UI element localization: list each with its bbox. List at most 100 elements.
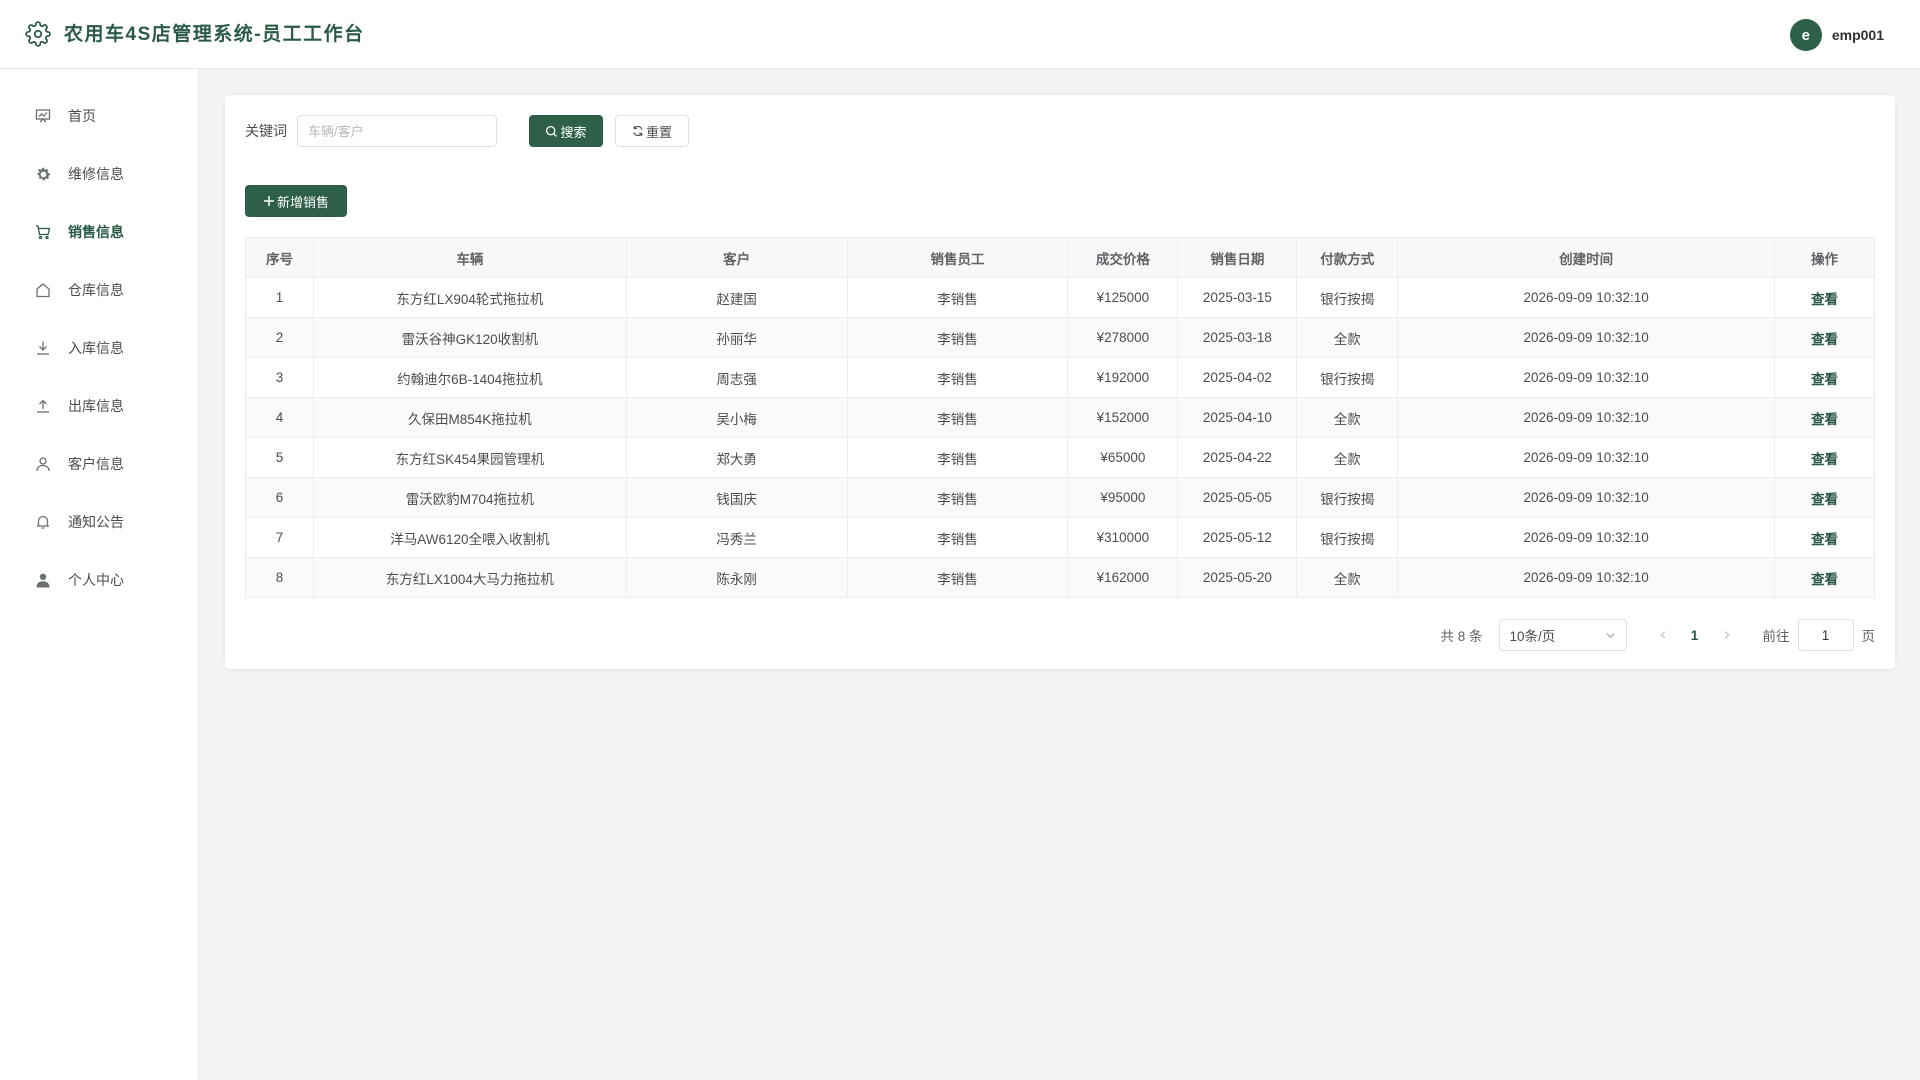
chevron-right-icon [1724,631,1730,639]
sidebar-item-home[interactable]: 首页 [0,87,198,145]
cell-vehicle: 雷沃欧豹M704拖拉机 [312,477,627,518]
top-header: 农用车4S店管理系统-员工工作台 e emp001 [0,0,1920,69]
cell-employee: 李销售 [846,277,1069,318]
user-icon [34,455,52,473]
cell-payment: 全款 [1296,557,1399,598]
sidebar: 首页 维修信息 销售信息 仓库信息 入库信息 出库信息 客户信息 通知公告 个人… [0,69,199,1080]
pagination: 共 8 条 10条/页 1 前往 页 [1440,619,1875,651]
column-header: 销售员工 [846,237,1069,278]
table-row: 7 洋马AW6120全喂入收割机 冯秀兰 李销售 ¥310000 2025-05-12 银行… [245,517,1875,558]
column-header: 销售日期 [1177,237,1298,278]
page-size-select[interactable]: 10条/页 [1498,619,1627,651]
cell-created-at: 2026-09-09 10:32:10 [1397,277,1775,318]
add-sale-button[interactable]: 新增销售 [245,185,347,217]
sidebar-item-warehouse[interactable]: 仓库信息 [0,261,198,319]
sidebar-item-sales[interactable]: 销售信息 [0,203,198,261]
cart-icon [34,223,52,241]
sales-card: 关键词 搜索 重置 新增销售 序号 车辆 客户 销售员工 成交价格 销售日期 付… [225,95,1895,669]
cell-employee: 李销售 [846,357,1069,398]
prev-page-button[interactable] [1651,619,1675,651]
goto-page-input[interactable] [1797,619,1854,651]
sidebar-item-repair[interactable]: 维修信息 [0,145,198,203]
view-link[interactable]: 查看 [1811,332,1838,347]
total-count: 共 8 条 [1440,629,1483,644]
username[interactable]: emp001 [1832,27,1884,43]
cell-vehicle: 洋马AW6120全喂入收割机 [312,517,627,558]
sidebar-item-stock-in[interactable]: 入库信息 [0,319,198,377]
reset-button[interactable]: 重置 [615,115,689,147]
cell-created-at: 2026-09-09 10:32:10 [1397,477,1775,518]
cell-sale-date: 2025-04-10 [1177,397,1298,438]
page-size-value: 10条/页 [1509,629,1556,644]
download-icon [34,339,52,357]
keyword-input[interactable] [297,115,497,147]
cell-index: 7 [245,517,314,558]
column-header: 车辆 [312,237,627,278]
column-header: 付款方式 [1296,237,1399,278]
cell-created-at: 2026-09-09 10:32:10 [1397,517,1775,558]
sidebar-item-notices[interactable]: 通知公告 [0,493,198,551]
sidebar-item-stock-out[interactable]: 出库信息 [0,377,198,435]
sidebar-item-customers[interactable]: 客户信息 [0,435,198,493]
cell-customer: 钱国庆 [625,477,848,518]
cell-customer: 周志强 [625,357,848,398]
cell-actions: 查看 [1774,437,1875,478]
cell-vehicle: 东方红LX1004大马力拖拉机 [312,557,627,598]
cell-actions: 查看 [1774,317,1875,358]
user-menu[interactable]: e emp001 [1789,18,1884,52]
table-row: 4 久保田M854K拖拉机 吴小梅 李销售 ¥152000 2025-04-10 全款 202… [245,397,1875,438]
cell-payment: 银行按揭 [1296,357,1399,398]
cell-created-at: 2026-09-09 10:32:10 [1397,557,1775,598]
cell-index: 2 [245,317,314,358]
cell-index: 6 [245,477,314,518]
cell-customer: 陈永刚 [625,557,848,598]
cell-sale-date: 2025-03-15 [1177,277,1298,318]
cell-payment: 银行按揭 [1296,517,1399,558]
cell-customer: 冯秀兰 [625,517,848,558]
user-filled-icon [34,571,52,589]
cell-index: 1 [245,277,314,318]
cell-price: ¥65000 [1067,437,1179,478]
bell-icon [34,513,52,531]
cell-vehicle: 雷沃谷神GK120收割机 [312,317,627,358]
chevron-down-icon [1605,632,1615,638]
add-sale-button-label: 新增销售 [276,194,329,210]
gear-icon [34,165,52,183]
cell-price: ¥95000 [1067,477,1179,518]
cell-vehicle: 久保田M854K拖拉机 [312,397,627,438]
table-body: 1 东方红LX904轮式拖拉机 赵建国 李销售 ¥125000 2025-03-15 银行按… [245,277,1875,598]
view-link[interactable]: 查看 [1811,572,1838,587]
table-row: 2 雷沃谷神GK120收割机 孙丽华 李销售 ¥278000 2025-03-18 全款 20… [245,317,1875,358]
sidebar-nav: 首页 维修信息 销售信息 仓库信息 入库信息 出库信息 客户信息 通知公告 个人… [0,69,198,609]
sales-table: 序号 车辆 客户 销售员工 成交价格 销售日期 付款方式 创建时间 操作 1 东方… [245,237,1875,598]
view-link[interactable]: 查看 [1811,532,1838,547]
cell-vehicle: 东方红SK454果园管理机 [312,437,627,478]
next-page-button[interactable] [1715,619,1739,651]
avatar[interactable]: e [1789,19,1822,51]
cell-employee: 李销售 [846,437,1069,478]
upload-icon [34,397,52,415]
sidebar-item-profile[interactable]: 个人中心 [0,551,198,609]
search-button[interactable]: 搜索 [529,115,603,147]
view-link[interactable]: 查看 [1811,412,1838,427]
cell-index: 3 [245,357,314,398]
page-number-current[interactable]: 1 [1679,619,1711,651]
cell-actions: 查看 [1774,477,1875,518]
sidebar-item-label: 仓库信息 [68,282,124,298]
cell-vehicle: 东方红LX904轮式拖拉机 [312,277,627,318]
cell-employee: 李销售 [846,477,1069,518]
table-row: 5 东方红SK454果园管理机 郑大勇 李销售 ¥65000 2025-04-22 全款 20… [245,437,1875,478]
cell-sale-date: 2025-05-12 [1177,517,1298,558]
cell-price: ¥152000 [1067,397,1179,438]
sidebar-item-label: 通知公告 [68,514,124,530]
cell-price: ¥162000 [1067,557,1179,598]
view-link[interactable]: 查看 [1811,372,1838,387]
cell-actions: 查看 [1774,517,1875,558]
view-link[interactable]: 查看 [1811,492,1838,507]
view-link[interactable]: 查看 [1811,452,1838,467]
table-row: 6 雷沃欧豹M704拖拉机 钱国庆 李销售 ¥95000 2025-05-05 银行按揭 20… [245,477,1875,518]
search-icon [546,125,558,137]
sidebar-item-label: 个人中心 [68,572,124,588]
cell-sale-date: 2025-05-05 [1177,477,1298,518]
view-link[interactable]: 查看 [1811,292,1838,307]
